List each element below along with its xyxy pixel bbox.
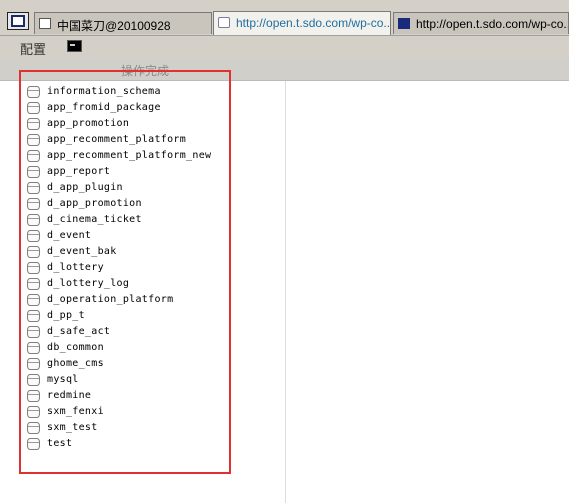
database-icon [27, 102, 40, 114]
database-icon [27, 198, 40, 210]
database-label: app_recomment_platform_new [47, 150, 212, 161]
database-icon [27, 150, 40, 162]
database-label: app_recomment_platform [47, 134, 187, 145]
database-icon [27, 278, 40, 290]
database-label: ghome_cms [47, 358, 104, 369]
database-label: d_app_plugin [47, 182, 123, 193]
window-icon[interactable] [7, 12, 29, 30]
status-text: 操作完成 [121, 64, 170, 78]
database-icon [27, 406, 40, 418]
page-icon [218, 17, 230, 28]
database-icon [27, 310, 40, 322]
database-icon [27, 438, 40, 450]
database-label: redmine [47, 390, 92, 401]
database-label: information_schema [47, 86, 161, 97]
terminal-icon[interactable] [67, 40, 82, 52]
database-label: d_event [47, 230, 92, 241]
database-label: d_event_bak [47, 246, 117, 257]
database-icon [27, 326, 40, 338]
detail-pane[interactable] [286, 81, 569, 503]
database-icon [27, 166, 40, 178]
status-bar: 操作完成 [0, 58, 569, 81]
database-icon [27, 422, 40, 434]
window-icon [39, 18, 51, 29]
database-icon [27, 230, 40, 242]
tab-caidao[interactable]: 中国菜刀@20100928 [34, 12, 212, 34]
database-icon [27, 390, 40, 402]
database-label: d_operation_platform [47, 294, 174, 305]
database-icon [27, 118, 40, 130]
tab-bar: 中国菜刀@20100928 http://open.t.sdo.com/wp-c… [0, 0, 569, 36]
tab-label: http://open.t.sdo.com/wp-co... [416, 17, 569, 31]
database-label: app_report [47, 166, 111, 177]
database-label: d_cinema_ticket [47, 214, 142, 225]
database-label: mysql [47, 374, 79, 385]
database-label: d_pp_t [47, 310, 85, 321]
database-icon [27, 358, 40, 370]
database-tree-pane[interactable]: information_schema app_fromid_package app_… [0, 81, 286, 503]
database-icon [27, 182, 40, 194]
config-menu[interactable]: 配置 [20, 39, 46, 58]
database-label: d_app_promotion [47, 198, 142, 209]
tab-url-terminal[interactable]: http://open.t.sdo.com/wp-co... [393, 12, 569, 34]
database-label: sxm_test [47, 422, 98, 433]
tab-label: 中国菜刀@20100928 [57, 19, 171, 33]
tab-label: http://open.t.sdo.com/wp-co... [236, 16, 391, 30]
database-icon [27, 214, 40, 226]
database-icon [27, 374, 40, 386]
database-label: app_fromid_package [47, 102, 161, 113]
database-icon [27, 86, 40, 98]
database-label: d_lottery_log [47, 278, 130, 289]
terminal-icon [398, 18, 410, 29]
database-icon [27, 262, 40, 274]
database-label: d_lottery [47, 262, 104, 273]
database-label: app_promotion [47, 118, 130, 129]
menu-bar: 配置 [0, 36, 569, 58]
database-icon [27, 342, 40, 354]
database-icon [27, 294, 40, 306]
database-icon [27, 134, 40, 146]
database-label: db_common [47, 342, 104, 353]
database-label: test [47, 438, 73, 449]
database-label: d_safe_act [47, 326, 111, 337]
database-icon [27, 246, 40, 258]
database-label: sxm_fenxi [47, 406, 104, 417]
tab-url-active[interactable]: http://open.t.sdo.com/wp-co... [213, 11, 391, 35]
